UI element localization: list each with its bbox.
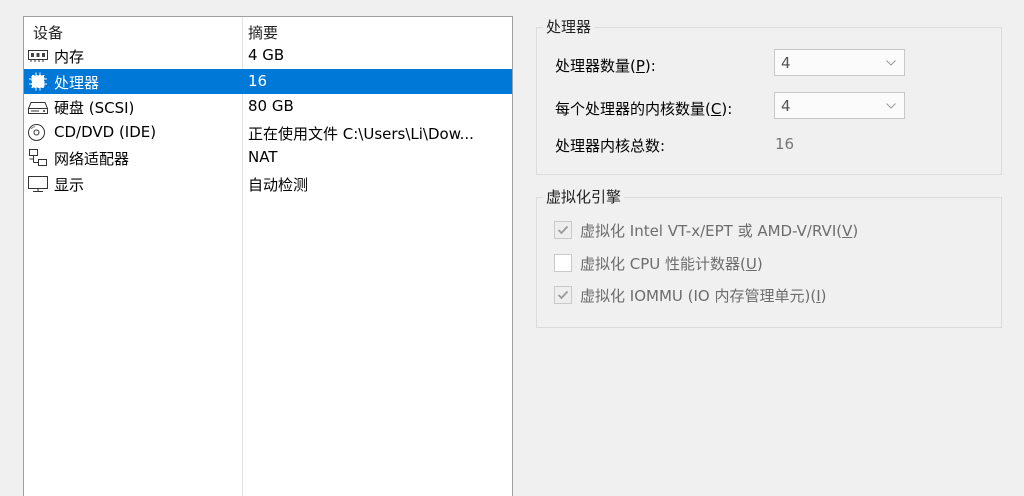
device-row-processor[interactable]: 处理器 16: [24, 68, 512, 94]
checkbox-unchecked-icon[interactable]: [554, 254, 572, 272]
header-summary[interactable]: 摘要: [248, 22, 278, 43]
device-summary: 16: [248, 71, 268, 90]
virtualization-group-title: 虚拟化引擎: [543, 186, 625, 207]
memory-icon: [27, 46, 49, 65]
device-row-display[interactable]: 显示 自动检测: [24, 171, 512, 197]
total-cores-label: 处理器内核总数:: [555, 137, 666, 155]
processor-group-title: 处理器: [543, 16, 595, 37]
header-device[interactable]: 设备: [33, 22, 63, 43]
device-name: CD/DVD (IDE): [54, 122, 157, 141]
list-header: 设备 摘要: [24, 17, 512, 43]
device-name: 网络适配器: [54, 150, 130, 168]
total-cores-value: 16: [775, 135, 795, 153]
processor-count-value: 4: [781, 54, 791, 72]
device-summary: 自动检测: [248, 175, 309, 194]
processor-count-dropdown[interactable]: 4: [774, 49, 905, 76]
cores-per-processor-label: 每个处理器的内核数量(C):: [555, 100, 733, 118]
processor-group: 处理器 处理器数量(P): 4 每个处理器的内核数量(C): 4 处理器内核总数…: [536, 16, 1002, 175]
processor-count-label: 处理器数量(P):: [555, 57, 656, 75]
cores-per-processor-dropdown[interactable]: 4: [774, 92, 905, 119]
hard-disk-icon: [27, 97, 49, 116]
device-name: 内存: [54, 48, 85, 66]
virtualize-iommu-label: 虚拟化 IOMMU (IO 内存管理单元)(I): [580, 287, 827, 305]
device-summary: 4 GB: [248, 46, 285, 64]
device-row-cd-dvd[interactable]: CD/DVD (IDE) 正在使用文件 C:\Users\Li\Dow...: [24, 120, 512, 146]
device-row-hard-disk[interactable]: 硬盘 (SCSI) 80 GB: [24, 94, 512, 120]
chevron-down-icon: [886, 60, 896, 66]
checkbox-checked-icon[interactable]: [554, 286, 572, 304]
cd-dvd-icon: [27, 123, 49, 142]
virtualization-engine-group: 虚拟化引擎 虚拟化 Intel VT-x/EPT 或 AMD-V/RVI(V) …: [536, 186, 1002, 328]
device-row-memory[interactable]: 内存 4 GB: [24, 43, 512, 69]
processor-icon: [27, 72, 49, 91]
virtualize-vtx-label: 虚拟化 Intel VT-x/EPT 或 AMD-V/RVI(V): [580, 222, 859, 240]
display-icon: [27, 174, 49, 193]
device-row-network-adapter[interactable]: 网络适配器 NAT: [24, 145, 512, 171]
device-summary: NAT: [248, 148, 278, 166]
device-summary: 80 GB: [248, 97, 294, 115]
virtualize-cpu-counters-label: 虚拟化 CPU 性能计数器(U): [580, 255, 763, 273]
device-name: 显示: [54, 175, 85, 194]
chevron-down-icon: [886, 103, 896, 109]
device-summary: 正在使用文件 C:\Users\Li\Dow...: [248, 124, 474, 143]
checkbox-checked-icon[interactable]: [554, 221, 572, 239]
cores-per-processor-value: 4: [781, 97, 791, 115]
device-list: 设备 摘要 内存 4 GB 处理器 16 硬盘 (SCSI) 80 GB CD/…: [23, 16, 513, 496]
device-name: 处理器: [54, 73, 100, 92]
device-name: 硬盘 (SCSI): [54, 99, 135, 117]
network-adapter-icon: [27, 148, 49, 167]
